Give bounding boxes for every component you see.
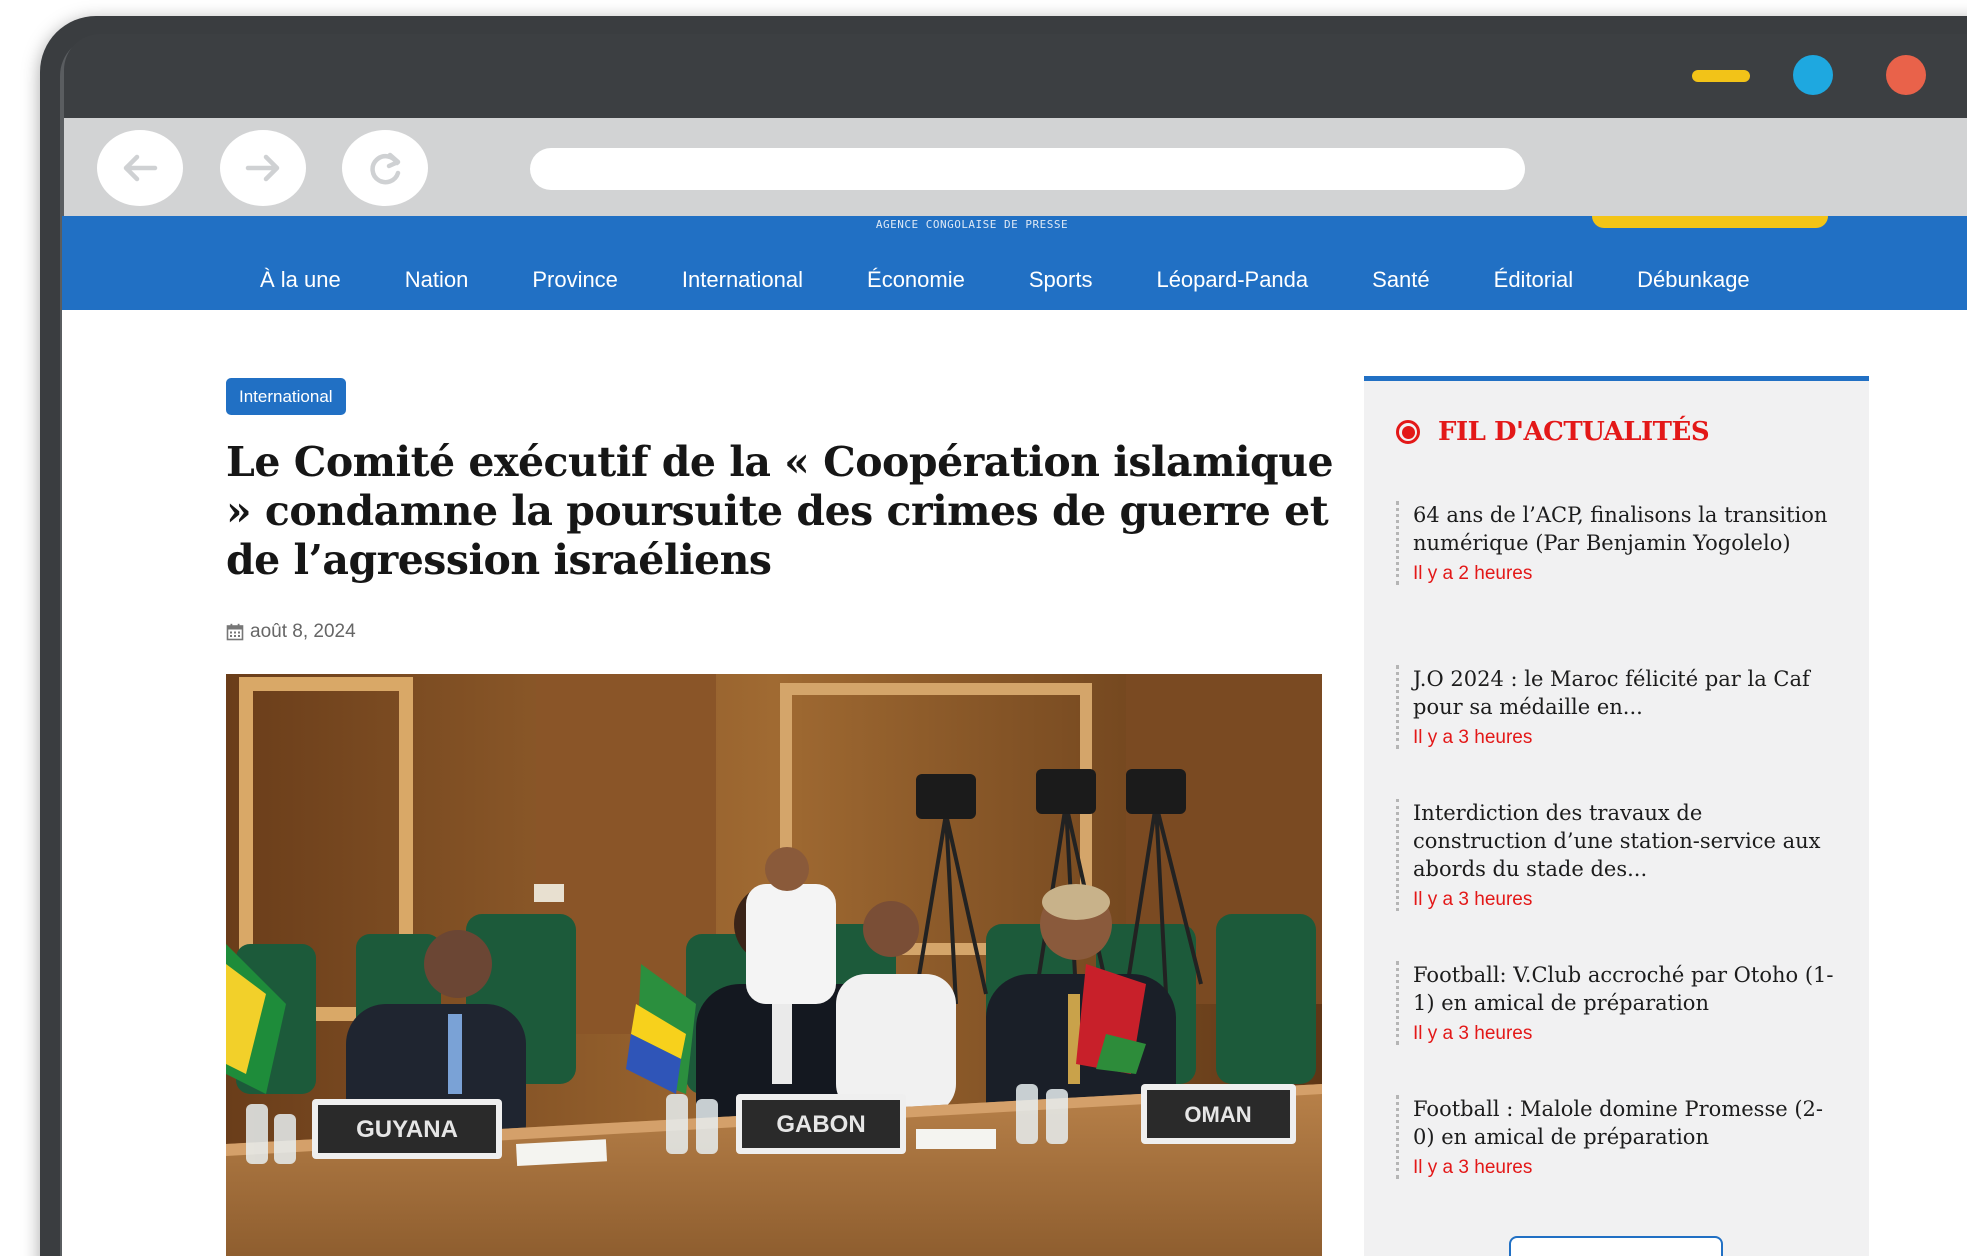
- article-title: Le Comité exécutif de la « Coopération i…: [226, 438, 1334, 584]
- news-feed-item-time: Il y a 2 heures: [1413, 563, 1533, 584]
- page-viewport: AGENCE CONGOLAISE DE PRESSE À la une Nat…: [62, 216, 1967, 1256]
- news-feed-item-title[interactable]: Football: V.Club accroché par Otoho (1-1…: [1413, 961, 1836, 1017]
- nav-item-international[interactable]: International: [682, 267, 803, 293]
- live-dot-icon: [1396, 420, 1420, 444]
- nav-item-sante[interactable]: Santé: [1372, 267, 1430, 293]
- article-date-text: août 8, 2024: [250, 621, 356, 642]
- main-nav: À la une Nation Province International É…: [260, 260, 1814, 300]
- arrow-left-icon: [123, 154, 158, 182]
- news-feed-item-time: Il y a 3 heures: [1413, 1023, 1533, 1044]
- site-tagline: AGENCE CONGOLAISE DE PRESSE: [875, 218, 1069, 231]
- nav-item-sports[interactable]: Sports: [1029, 267, 1093, 293]
- article-hero-image[interactable]: GUYANA GABON OMAN: [226, 674, 1322, 1256]
- placard-oman: OMAN: [1184, 1102, 1251, 1127]
- nav-item-a-la-une[interactable]: À la une: [260, 267, 341, 293]
- news-feed-sidebar: FIL D'ACTUALITÉS 64 ans de l’ACP, finali…: [1364, 376, 1869, 1256]
- news-feed-title: FIL D'ACTUALITÉS: [1438, 417, 1710, 447]
- arrow-right-icon: [245, 154, 280, 182]
- nav-item-leopard-panda[interactable]: Léopard-Panda: [1156, 267, 1308, 293]
- nav-item-nation[interactable]: Nation: [405, 267, 469, 293]
- news-feed-header: FIL D'ACTUALITÉS: [1396, 417, 1710, 447]
- address-bar[interactable]: [530, 148, 1525, 190]
- nav-item-debunkage[interactable]: Débunkage: [1637, 267, 1750, 293]
- news-feed-item-time: Il y a 3 heures: [1413, 1157, 1533, 1178]
- calendar-icon: [226, 623, 244, 641]
- title-bar: [64, 34, 1967, 118]
- nav-item-province[interactable]: Province: [532, 267, 618, 293]
- news-feed-item-title[interactable]: Interdiction des travaux de construction…: [1413, 799, 1836, 883]
- news-feed-item-title[interactable]: 64 ans de l’ACP, finalisons la transitio…: [1413, 501, 1836, 557]
- news-feed-item[interactable]: Football : Malole domine Promesse (2-0) …: [1396, 1095, 1836, 1179]
- news-feed-item-time: Il y a 3 heures: [1413, 727, 1533, 748]
- placard-gabon: GABON: [776, 1111, 865, 1138]
- back-button[interactable]: [97, 130, 183, 206]
- news-feed-item[interactable]: Interdiction des travaux de construction…: [1396, 799, 1836, 911]
- category-badge[interactable]: International: [226, 378, 346, 415]
- news-feed-item[interactable]: J.O 2024 : le Maroc félicité par la Caf …: [1396, 665, 1836, 749]
- news-feed-item[interactable]: Football: V.Club accroché par Otoho (1-1…: [1396, 961, 1836, 1045]
- reload-icon: [370, 152, 401, 185]
- nav-item-economie[interactable]: Économie: [867, 267, 965, 293]
- site-header: AGENCE CONGOLAISE DE PRESSE À la une Nat…: [62, 216, 1967, 310]
- news-feed-item-title[interactable]: Football : Malole domine Promesse (2-0) …: [1413, 1095, 1836, 1151]
- news-feed-item[interactable]: 64 ans de l’ACP, finalisons la transitio…: [1396, 501, 1836, 585]
- forward-button[interactable]: [220, 130, 306, 206]
- news-feed-item-time: Il y a 3 heures: [1413, 889, 1533, 910]
- nav-item-editorial[interactable]: Éditorial: [1494, 267, 1573, 293]
- header-highlight-button[interactable]: [1592, 216, 1828, 228]
- reload-button[interactable]: [342, 130, 428, 206]
- minimize-button[interactable]: [1692, 70, 1750, 82]
- more-news-button[interactable]: [1509, 1236, 1723, 1256]
- article-date: août 8, 2024: [226, 621, 356, 643]
- maximize-button[interactable]: [1793, 55, 1833, 95]
- conference-photo: GUYANA GABON OMAN: [226, 674, 1322, 1256]
- close-button[interactable]: [1886, 55, 1926, 95]
- news-feed-item-title[interactable]: J.O 2024 : le Maroc félicité par la Caf …: [1413, 665, 1836, 721]
- placard-guyana: GUYANA: [356, 1116, 458, 1143]
